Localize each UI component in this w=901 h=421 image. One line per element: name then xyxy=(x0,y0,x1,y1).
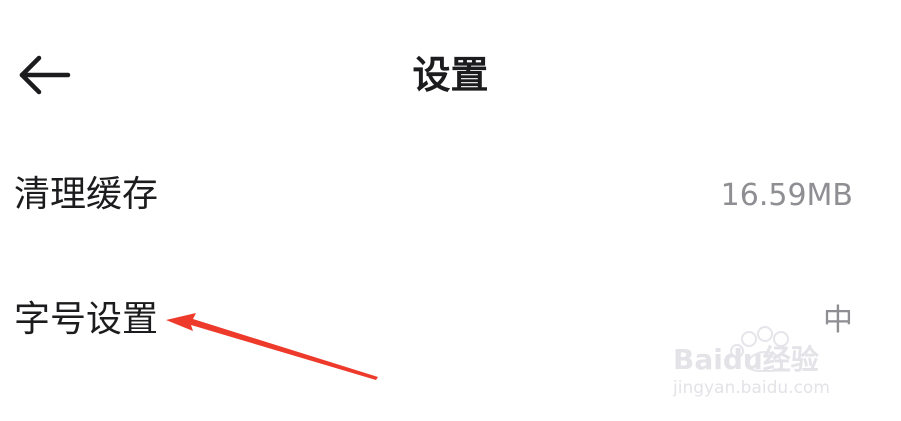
cache-size-value: 16.59MB xyxy=(720,178,853,213)
page-title: 设置 xyxy=(412,53,489,97)
settings-item-clear-cache[interactable]: 清理缓存 16.59MB xyxy=(0,140,901,250)
watermark-subtext: jingyan.baidu.com xyxy=(673,378,830,398)
top-bar: 设置 xyxy=(0,0,901,150)
settings-item-label: 清理缓存 xyxy=(14,174,159,215)
settings-item-font-size[interactable]: 字号设置 中 xyxy=(0,265,901,375)
settings-screen: 设置 清理缓存 16.59MB 字号设置 中 Baidu经验 jingyan.b… xyxy=(0,0,901,421)
font-size-value: 中 xyxy=(823,303,853,338)
settings-item-label: 字号设置 xyxy=(14,299,159,340)
